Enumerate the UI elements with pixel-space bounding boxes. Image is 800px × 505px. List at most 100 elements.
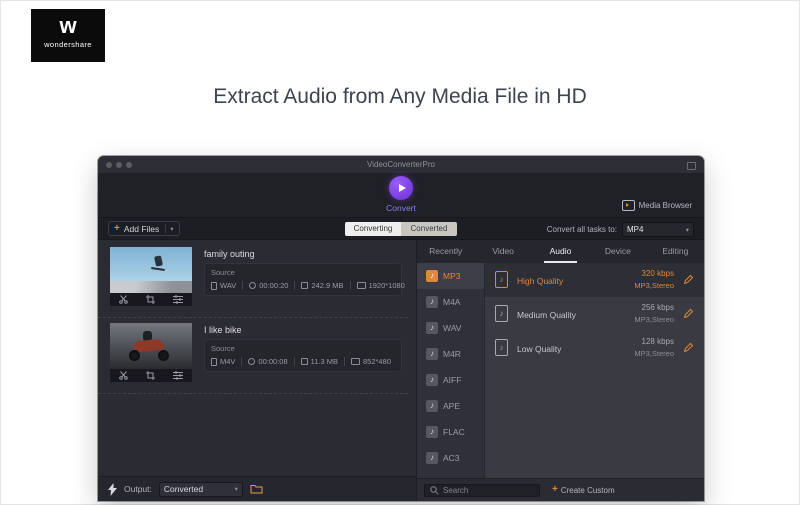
source-details: WAV 00:00:20 242.9 MB 1920*1080 <box>211 281 405 290</box>
preset-file-icon: ♪ <box>495 305 508 322</box>
format-category-tabs: Recently Video Audio Device Editing <box>417 240 704 263</box>
open-folder-icon[interactable] <box>250 484 263 494</box>
toolbar: + Add Files ▾ Converting Converted Conve… <box>98 217 704 240</box>
quality-meta: 128 kbps MP3,Stereo <box>634 337 674 358</box>
format-item-ac3[interactable]: ♪ AC3 <box>417 445 484 471</box>
effects-icon[interactable] <box>173 371 183 380</box>
quality-name: Low Quality <box>517 344 562 354</box>
video-thumbnail[interactable] <box>110 247 192 293</box>
tab-device[interactable]: Device <box>589 240 646 263</box>
source-format: WAV <box>220 281 237 290</box>
trim-icon[interactable] <box>119 371 128 380</box>
output-dropdown[interactable]: Converted ▾ <box>158 481 243 497</box>
wondershare-logo-mark-icon: w <box>59 13 77 38</box>
target-format-dropdown[interactable]: MP4 ▾ <box>622 222 694 237</box>
target-format-value: MP4 <box>627 225 644 234</box>
video-title: family outing <box>204 249 255 259</box>
edit-preset-icon[interactable] <box>683 274 695 286</box>
format-item-ape[interactable]: ♪ APE <box>417 393 484 419</box>
video-title: I like bike <box>204 325 242 335</box>
audio-format-icon: ♪ <box>426 270 438 282</box>
audio-format-icon: ♪ <box>426 296 438 308</box>
search-input[interactable]: Search <box>424 483 540 497</box>
high-speed-icon[interactable] <box>108 482 117 496</box>
source-format: M4V <box>220 357 236 366</box>
quality-item-high[interactable]: ♪ High Quality 320 kbps MP3,Stereo <box>485 263 704 297</box>
divider <box>349 281 351 290</box>
format-label: AC3 <box>443 453 460 463</box>
format-label: MP3 <box>443 271 461 281</box>
format-label: M4R <box>443 349 461 359</box>
edit-preset-icon[interactable] <box>683 308 695 320</box>
source-label: Source <box>211 268 235 277</box>
chevron-down-icon: ▾ <box>685 226 689 234</box>
video-item[interactable]: I like bike Source M4V 00:00:08 11.3 MB … <box>98 318 408 394</box>
crop-icon[interactable] <box>146 371 155 380</box>
trim-icon[interactable] <box>119 295 128 304</box>
create-custom-button[interactable]: + Create Custom <box>552 485 615 495</box>
media-browser-label: Media Browser <box>638 201 692 210</box>
convert-play-icon <box>389 176 413 200</box>
divider <box>165 224 167 233</box>
add-files-label: Add Files <box>123 223 160 234</box>
quality-meta: 320 kbps MP3,Stereo <box>634 269 674 290</box>
source-info-box: Source M4V 00:00:08 11.3 MB 852*480 <box>204 339 402 372</box>
tab-audio[interactable]: Audio <box>532 240 589 263</box>
video-thumbnail[interactable] <box>110 323 192 369</box>
video-edit-toolbar <box>110 369 192 382</box>
divider <box>344 357 345 366</box>
minimize-window-button[interactable] <box>116 162 122 168</box>
ramp-silhouette <box>110 281 192 293</box>
format-panel-footer: Search + Create Custom <box>417 478 704 501</box>
window-options-icon[interactable] <box>687 162 696 170</box>
quality-detail: MP3,Stereo <box>634 349 674 358</box>
preset-file-icon: ♪ <box>495 339 508 356</box>
queue-tabs: Converting Converted <box>345 222 457 236</box>
page-title: Extract Audio from Any Media File in HD <box>213 85 587 108</box>
format-item-mp3[interactable]: ♪ MP3 <box>417 263 484 289</box>
window-title: VideoConverterPro <box>367 160 435 169</box>
convert-all-group: Convert all tasks to: MP4 ▾ <box>547 222 694 237</box>
format-item-flac[interactable]: ♪ FLAC <box>417 419 484 445</box>
preset-file-icon: ♪ <box>495 271 508 288</box>
format-item-m4r[interactable]: ♪ M4R <box>417 341 484 367</box>
video-list-panel: family outing Source WAV 00:00:20 242.9 … <box>98 240 416 501</box>
wheel-silhouette <box>129 350 140 361</box>
audio-format-icon: ♪ <box>426 426 438 438</box>
format-item-wav[interactable]: ♪ WAV <box>417 315 484 341</box>
chevron-down-icon[interactable]: ▾ <box>170 225 173 233</box>
quality-name: Medium Quality <box>517 310 577 320</box>
tab-converting[interactable]: Converting <box>345 222 401 236</box>
zoom-window-button[interactable] <box>126 162 132 168</box>
tab-video[interactable]: Video <box>474 240 531 263</box>
tab-recently[interactable]: Recently <box>417 240 474 263</box>
crop-icon[interactable] <box>146 295 155 304</box>
window-controls <box>106 162 132 168</box>
media-browser-icon <box>621 200 635 211</box>
format-item-m4a[interactable]: ♪ M4A <box>417 289 484 315</box>
effects-icon[interactable] <box>173 295 183 304</box>
skater-silhouette <box>154 255 163 267</box>
close-window-button[interactable] <box>106 162 112 168</box>
format-panel: Recently Video Audio Device Editing ♪ MP3… <box>416 240 704 501</box>
video-list: family outing Source WAV 00:00:20 242.9 … <box>98 240 416 476</box>
format-item-aiff[interactable]: ♪ AIFF <box>417 367 484 393</box>
file-format-icon <box>211 357 217 366</box>
audio-format-list: ♪ MP3 ♪ M4A ♪ WAV ♪ M4R ♪ AIFF ♪ APE ♪ FLAC ♪ AC… <box>417 263 485 478</box>
quality-detail: MP3,Stereo <box>634 281 674 290</box>
video-item[interactable]: family outing Source WAV 00:00:20 242.9 … <box>98 242 408 318</box>
media-browser-button[interactable]: Media Browser <box>621 200 692 211</box>
quality-bitrate: 256 kbps <box>641 303 674 312</box>
quality-item-medium[interactable]: ♪ Medium Quality 256 kbps MP3,Stereo <box>485 297 704 331</box>
tab-convert[interactable]: Convert <box>366 176 436 213</box>
quality-item-low[interactable]: ♪ Low Quality 128 kbps MP3,Stereo <box>485 331 704 365</box>
add-files-button[interactable]: + Add Files ▾ <box>108 221 180 236</box>
source-info-box: Source WAV 00:00:20 242.9 MB 1920*1080 <box>204 263 405 296</box>
output-label: Output: <box>124 484 152 494</box>
tab-converted[interactable]: Converted <box>401 222 457 236</box>
edit-preset-icon[interactable] <box>683 342 695 354</box>
divider <box>242 281 244 290</box>
divider <box>293 357 295 366</box>
tab-editing[interactable]: Editing <box>647 240 704 263</box>
create-custom-label: Create Custom <box>560 485 615 495</box>
